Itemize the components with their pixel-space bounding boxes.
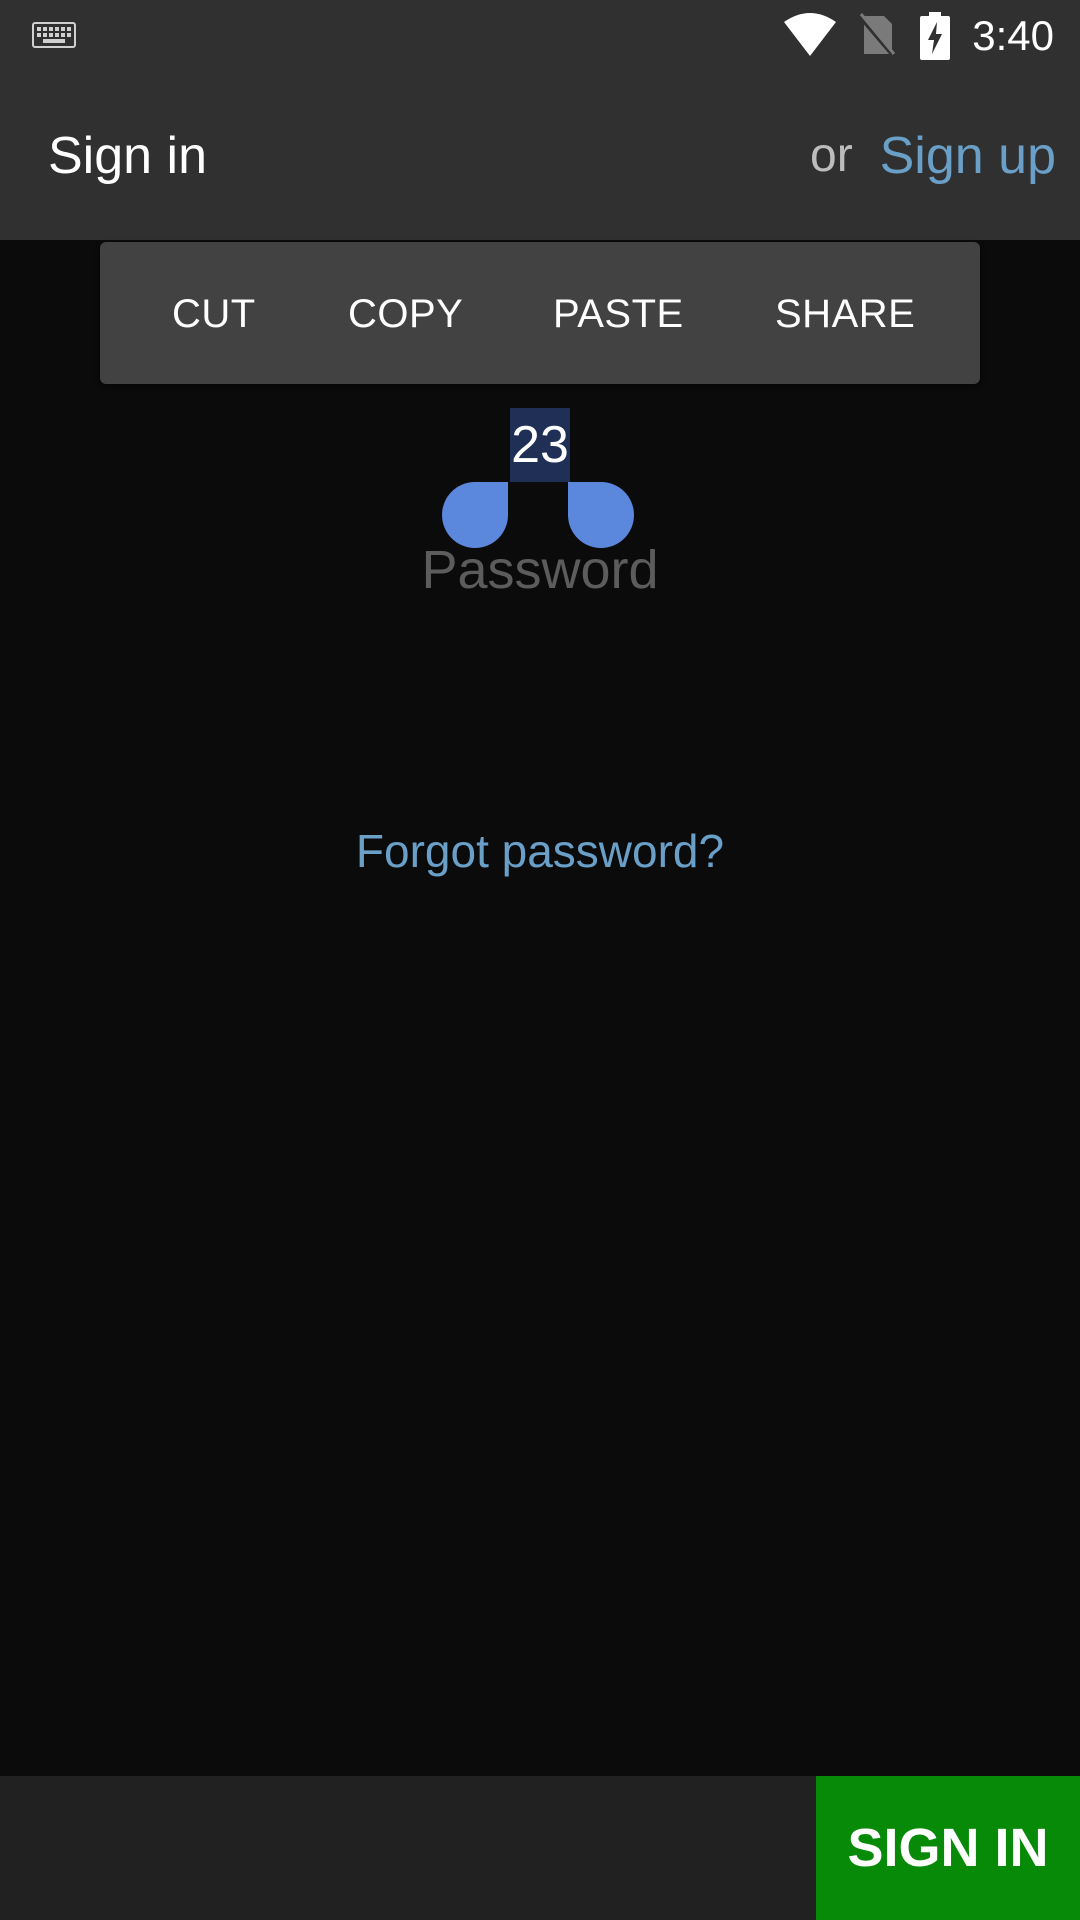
sign-up-link[interactable]: Sign up [880, 126, 1056, 186]
no-sim-icon [858, 13, 896, 58]
password-field-selected-text[interactable]: 23 [510, 408, 570, 482]
app-bar: Sign in or Sign up [0, 72, 1080, 240]
sign-in-button[interactable]: SIGN IN [816, 1776, 1080, 1920]
share-button[interactable]: SHARE [775, 290, 915, 338]
page-title: Sign in [48, 127, 207, 185]
password-field-placeholder[interactable]: Password [0, 538, 1080, 602]
keyboard-icon [32, 22, 76, 48]
cut-button[interactable]: CUT [172, 290, 256, 338]
forgot-password-link[interactable]: Forgot password? [0, 822, 1080, 880]
status-bar: 3:40 [0, 0, 1080, 72]
or-label: or [810, 129, 853, 182]
battery-charging-icon [920, 12, 950, 60]
sign-in-screen: 3:40 Sign in or Sign up CUT COPY PASTE S… [0, 0, 1080, 1920]
bottom-bar: SIGN IN [0, 1776, 1080, 1920]
paste-button[interactable]: PASTE [553, 290, 684, 338]
text-selection-toolbar: CUT COPY PASTE SHARE [100, 242, 980, 384]
copy-button[interactable]: COPY [348, 290, 463, 338]
wifi-icon [784, 13, 836, 56]
status-clock: 3:40 [972, 12, 1054, 59]
